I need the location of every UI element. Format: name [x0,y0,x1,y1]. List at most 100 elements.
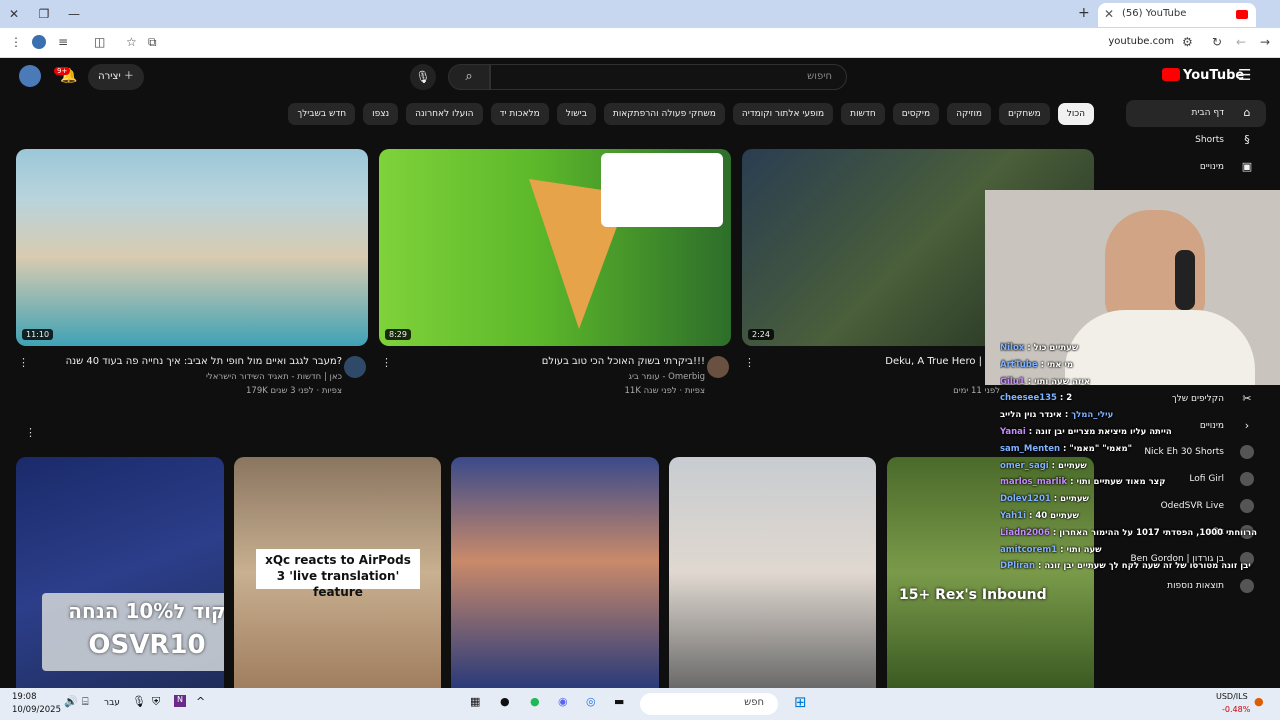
extensions-icon[interactable]: ◫ [94,35,105,49]
chat-username: cheesee135 [1000,393,1057,404]
chip-3[interactable]: מיקסים [892,103,940,125]
reading-list-icon[interactable]: ≡ [58,35,68,49]
chat-text: שעה ותוי [1066,544,1102,555]
app-icon[interactable]: ● [500,695,510,708]
chip-11[interactable]: חדש בשבילך [288,103,356,125]
channel-avatar[interactable] [707,356,729,378]
sidebar-item-1[interactable]: Shorts § [1126,127,1266,154]
chip-6[interactable]: משחקי פעולה והרפתקאות [603,103,725,125]
share-icon[interactable]: ⧉ [148,35,157,50]
back-icon[interactable]: → [1260,35,1270,49]
clock-time[interactable]: 19:08 [12,692,37,702]
address-bar: ⋮ ≡ ◫ ☆ ⧉ youtube.com ⚙ ↻ ← → [0,28,1280,58]
video-thumbnail[interactable]: 11:10 [16,149,368,346]
chip-5[interactable]: מופעי אלתור וקומדיה [732,103,834,125]
chat-username: ArtTube [1000,359,1038,370]
category-chips: הכול משחקים מוזיקה מיקסים חדשות מופעי אלתור ו… [288,103,1094,125]
create-label: יצירה [98,71,121,82]
video-title[interactable]: Deku, A True Hero | [885,356,982,367]
sidebar-item-label: Shorts [1195,135,1224,145]
video-title[interactable]: ביקרתי בשוק האוכל הכי טוב בעולם!!! [542,356,705,367]
chip-0[interactable]: הכול [1057,103,1094,125]
chat-text: שעתיים [1060,494,1089,505]
search-placeholder: חיפוש [807,71,832,82]
video-title[interactable]: מעבר לגגב ואיים מול חופי תל אביב: איך נח… [66,356,342,367]
network-icon[interactable]: ⌸ [82,695,89,709]
volume-icon[interactable]: 🔊 [64,695,78,708]
channel-name[interactable]: עומר ביג - Omerbig [628,372,705,382]
chat-text: 2 [1066,393,1073,404]
calculator-icon[interactable]: ▦ [470,695,480,708]
windows-start-icon[interactable]: ⊞ [794,693,807,711]
onenote-icon[interactable]: N [174,695,186,707]
windows-taskbar: 19:08 10/09/2025 🔊 ⌸ עבר 🎙 ⛨ N ^ ▦ ● ● ◉… [0,688,1280,720]
search-icon[interactable]: ⌕ [448,64,490,90]
video-thumbnail[interactable]: 8:29 [379,149,731,346]
restore-window-icon[interactable]: ❐ [36,6,52,22]
chat-username: Liadn2006 [1000,527,1050,538]
chat-text: יבן זונה מטורסו של זה שעה לקח לך שעתיים … [1044,561,1251,572]
chip-9[interactable]: הועלו לאחרונה [406,103,483,125]
search-input[interactable]: חיפוש [490,64,847,90]
url-field[interactable]: youtube.com [1108,36,1174,47]
clock-date[interactable]: 10/09/2025 [12,705,61,715]
chat-message: Yanai : הייתה עליו מיציאת מצריים יבן זונ… [1000,426,1172,437]
tab-youtube[interactable]: ✕ (56) YouTube [1098,3,1256,27]
video-options-icon[interactable]: ⋮ [381,356,392,369]
hamburger-menu-icon[interactable]: ☰ [1238,66,1251,84]
sidebar-item-2[interactable]: מינויים ▣ [1126,154,1266,181]
chip-7[interactable]: בישול [556,103,596,125]
bookmark-star-icon[interactable]: ☆ [126,35,137,49]
minimize-window-icon[interactable]: — [66,6,82,22]
channel-avatar[interactable] [344,356,366,378]
microphone-icon[interactable]: 🎙 [132,695,146,708]
video-options-icon[interactable]: ⋮ [18,356,29,369]
headset-icon [1175,250,1195,310]
short-thumbnail[interactable]: קוד ל10% הנחה OSVR10 [16,457,224,688]
chat-username: Yah1i [1000,510,1026,521]
close-tab-icon[interactable]: ✕ [1104,7,1114,21]
new-tab-icon[interactable]: + [1078,5,1090,21]
reload-icon[interactable]: ↻ [1212,35,1222,49]
shield-icon[interactable]: ⛨ [152,695,160,709]
chip-10[interactable]: נצפו [363,103,399,125]
close-window-icon[interactable]: ✕ [6,6,22,22]
stock-name[interactable]: USD/ILS [1216,692,1248,701]
subscription-label: תוצאות נוספות [1167,580,1224,591]
channel-name[interactable]: כאן | חדשות - תאגיד השידור הישראלי [206,372,342,382]
chip-2[interactable]: מוזיקה [947,103,992,125]
chip-1[interactable]: משחקים [999,103,1050,125]
chrome-icon[interactable]: ◎ [586,695,596,708]
tray-expand-icon[interactable]: ^ [196,695,205,708]
chat-message: Yah1i : שעתיים 40 [1000,510,1079,521]
voice-search-icon[interactable]: 🎙 [410,64,436,90]
chat-message: עילי_המלך : אינדר גוין הלייב [1000,410,1114,421]
subscription-item[interactable]: תוצאות נוספות [1126,573,1266,600]
more-icon[interactable]: ⋮ [10,35,22,49]
short-thumbnail[interactable]: xQc reacts to AirPods 3 'live translatio… [234,457,441,688]
taskbar-search[interactable]: חפש [640,693,778,715]
chip-4[interactable]: חדשות [841,103,885,125]
short-thumbnail[interactable] [451,457,659,688]
notifications-icon[interactable]: ● [1254,695,1264,708]
shorts-options-icon[interactable]: ⋮ [25,426,36,439]
logo-text: YouTube [1183,68,1245,83]
spotify-icon[interactable]: ● [530,695,540,708]
sidebar-item-0[interactable]: דף הבית ⌂ [1126,100,1266,127]
account-avatar[interactable] [19,65,41,87]
input-language[interactable]: עבר [104,698,120,708]
short-thumbnail[interactable] [669,457,876,688]
chat-message: sam_Menten : "מאמי" "מאמי" [1000,443,1133,454]
create-button[interactable]: יצירה ＋ [88,64,144,90]
forward-icon[interactable]: ← [1236,35,1246,49]
file-explorer-icon[interactable]: ▬ [614,695,624,708]
chip-8[interactable]: מלאכות יד [490,103,549,125]
site-settings-icon[interactable]: ⚙ [1182,35,1193,49]
discord-icon[interactable]: ◉ [558,695,568,708]
chat-username: Dolev1201 [1000,494,1051,505]
sidebar-item-label: מינויים [1199,162,1224,172]
profile-icon[interactable] [32,35,46,49]
chat-username: amitcorem1 [1000,544,1058,555]
youtube-logo[interactable]: YouTube [1162,68,1244,83]
video-options-icon[interactable]: ⋮ [744,356,755,369]
